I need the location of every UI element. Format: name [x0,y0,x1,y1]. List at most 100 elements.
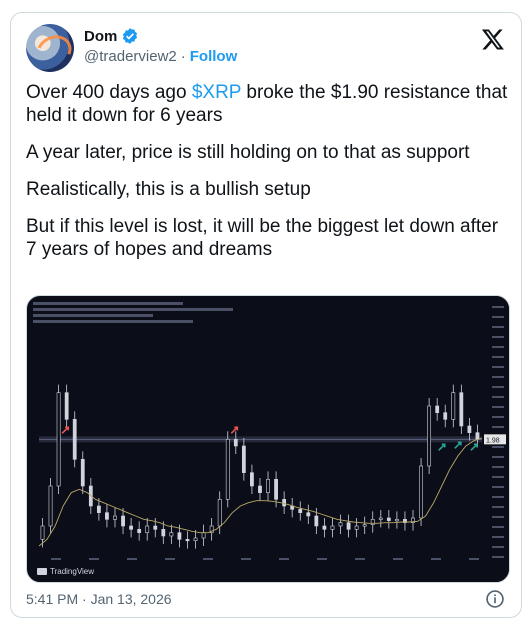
price-axis-tick [492,366,504,368]
candle-body [467,425,472,433]
price-axis-tick [492,326,504,328]
candle-body [233,439,238,447]
candle-body [217,499,222,527]
candle-body [177,532,182,540]
price-axis-tick [492,306,504,308]
handle[interactable]: @traderview2 [84,48,177,65]
tweet-text: Over 400 days ago $XRP broke the $1.90 r… [26,81,508,275]
timestamp[interactable]: 5:41 PM · Jan 13, 2026 [26,591,172,607]
candle-body [72,419,77,460]
handle-row: @traderview2 · Follow [84,48,237,65]
candle-body [113,515,117,520]
candle-body [40,525,45,540]
price-axis-tick [492,556,504,558]
candle-body [64,392,69,420]
candle-body [298,509,303,513]
tradingview-logo: TradingView [37,567,94,576]
media-chart-image[interactable]: 1.98 TradingView [26,295,510,583]
time-axis-tick [279,558,289,560]
candle-body [451,392,456,420]
price-axis-tick [492,496,504,498]
price-axis-tick [492,406,504,408]
price-axis-tick [492,476,504,478]
candle-body [250,472,254,487]
candle-body [338,522,343,527]
candle-body [169,532,174,537]
cashtag-link[interactable]: $XRP [192,82,241,103]
time-axis-tick [51,558,61,560]
tradingview-label: TradingView [50,567,95,576]
price-axis-tick [492,386,504,388]
time-axis-tick [393,558,403,560]
candle-body [362,524,367,527]
candle-body [241,445,246,473]
candle-body [419,465,423,519]
time-axis-tick [355,558,365,560]
price-axis-tick [492,506,504,508]
candle-body [48,485,53,527]
time-axis-tick [165,558,175,560]
candle-body [193,537,198,541]
x-logo-icon[interactable] [481,27,505,51]
candle-body [314,515,319,527]
candle-body [354,525,359,530]
support-marker [470,443,478,451]
time-axis-tick [127,558,137,560]
candle-body [258,485,262,493]
price-axis-tick [492,336,504,338]
price-axis-tick [492,536,504,538]
price-axis-tick [492,486,504,488]
author-name-row: Dom [84,27,139,45]
time-axis-tick [89,558,99,560]
price-axis-tick [492,396,504,398]
support-marker [454,441,462,449]
price-axis-tick [492,416,504,418]
price-axis-tick [492,456,504,458]
info-icon[interactable] [485,589,505,609]
candle-body [394,519,399,522]
price-axis-tick [492,346,504,348]
separator-dot: · [180,48,186,65]
candle-body [266,479,270,493]
candle-body [330,525,335,530]
tweet-paragraph-2: A year later, price is still holding on … [26,142,470,163]
candle-body [185,539,190,542]
candle-body [378,517,383,520]
candle-body [80,459,85,487]
support-marker [438,443,446,451]
price-axis-tick [492,546,504,548]
chart-header-line [33,320,193,323]
tweet-paragraph-1: Over 400 days ago $XRP broke the $1.90 r… [26,81,508,127]
price-axis-tick [492,526,504,528]
candle-body [322,525,327,530]
tv-icon [37,568,47,575]
candle-body [129,525,134,530]
candle-body [96,505,101,513]
price-axis-tick [492,316,504,318]
rejection-marker [61,426,69,434]
price-axis-tick [492,516,504,518]
price-axis-tick [492,446,504,448]
price-axis-tick [492,426,504,428]
display-name[interactable]: Dom [84,28,117,45]
tweet-paragraph-3: Realistically, this is a bullish setup [26,179,311,200]
candle-body [435,405,440,413]
candle-body [370,519,375,525]
avatar[interactable] [26,24,74,72]
candle-body [161,529,166,537]
rejection-marker [230,426,239,434]
follow-button[interactable]: Follow [190,48,238,65]
candle-body [459,392,464,427]
verified-badge-icon [123,28,138,44]
chart-header-line [33,314,153,317]
candle-body [105,512,109,520]
candle-body [443,412,448,420]
price-axis-tick [492,356,504,358]
tweet-paragraph-4: But if this level is lost, it will be th… [26,216,499,260]
candle-body [56,392,61,487]
price-chart: 1.98 [33,296,509,582]
candle-body [137,529,142,533]
candle-body [427,405,432,467]
current-price-label: 1.98 [486,437,500,444]
time-axis-tick [317,558,327,560]
